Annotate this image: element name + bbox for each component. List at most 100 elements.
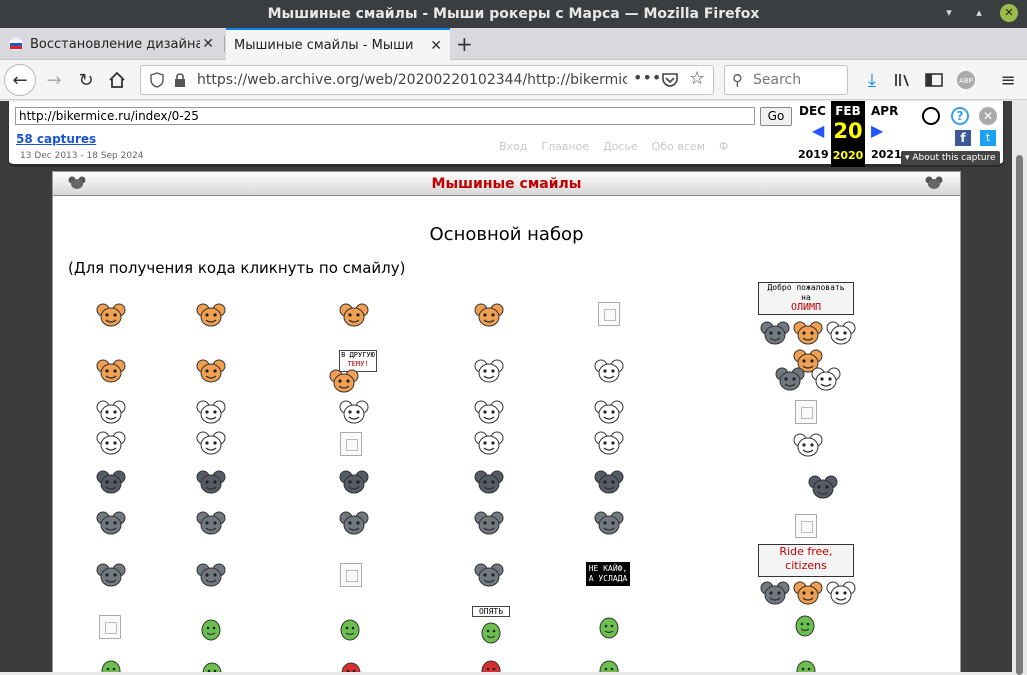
mouse-smiley-icon[interactable] [760, 580, 790, 606]
green-smiley-icon[interactable] [340, 660, 362, 672]
broken-image-icon[interactable] [795, 400, 817, 424]
mouse-smiley-icon[interactable] [474, 358, 504, 384]
green-smiley-icon[interactable] [480, 620, 502, 644]
green-smiley-icon[interactable] [339, 617, 361, 641]
mouse-smiley-icon[interactable] [474, 510, 504, 536]
close-toolbar-icon[interactable]: ✕ [979, 107, 997, 125]
pocket-icon[interactable] [661, 72, 679, 88]
wayback-go-button[interactable]: Go [760, 107, 792, 126]
mouse-smiley-icon[interactable] [196, 399, 226, 425]
forward-arrow-icon[interactable]: → [40, 66, 68, 94]
mouse-smiley-icon[interactable] [793, 432, 823, 458]
search-input[interactable]: ⚲ Search [724, 65, 848, 95]
mouse-smiley-icon[interactable] [196, 562, 226, 588]
mouse-smiley-icon[interactable] [793, 580, 823, 606]
mouse-smiley-icon[interactable] [826, 580, 856, 606]
mouse-smiley-icon[interactable] [96, 358, 126, 384]
new-tab-icon[interactable]: + [456, 32, 473, 56]
help-icon[interactable]: ? [951, 107, 969, 125]
month-next[interactable]: APR [871, 104, 898, 118]
mouse-smiley-icon[interactable] [196, 469, 226, 495]
mouse-smiley-icon[interactable] [339, 399, 369, 425]
year-prev[interactable]: 2019 [798, 148, 829, 161]
tab-close-icon[interactable]: ✕ [430, 38, 442, 54]
green-smiley-icon[interactable] [795, 658, 817, 672]
facebook-icon[interactable]: f [955, 130, 971, 146]
reload-icon[interactable]: ↻ [72, 66, 100, 94]
maximize-icon[interactable]: ▴ [970, 4, 988, 22]
ne-kaif-sign[interactable]: НЕ КАЙФ, А УСЛАДА [586, 562, 630, 586]
back-arrow-icon[interactable]: ← [4, 64, 36, 96]
mouse-smiley-icon[interactable] [594, 510, 624, 536]
green-smiley-icon[interactable] [100, 658, 122, 672]
prev-capture-arrow-icon[interactable]: ◀ [812, 121, 824, 140]
sidebar-icon[interactable] [920, 66, 948, 94]
library-icon[interactable] [889, 66, 917, 94]
mouse-smiley-icon[interactable] [793, 320, 823, 346]
mouse-smiley-icon[interactable] [96, 469, 126, 495]
shield-icon[interactable] [149, 72, 165, 88]
about-capture-toggle[interactable]: ▾ About this capture [901, 151, 1000, 165]
year-next[interactable]: 2021 [871, 148, 902, 161]
mouse-smiley-icon[interactable] [826, 320, 856, 346]
mouse-smiley-icon[interactable] [594, 399, 624, 425]
green-smiley-icon[interactable] [480, 658, 502, 672]
green-smiley-icon[interactable] [598, 658, 620, 672]
ride-free-banner[interactable]: Ride free, citizens [758, 544, 854, 577]
mouse-smiley-icon[interactable] [196, 430, 226, 456]
minimize-icon[interactable]: ▾ [940, 4, 958, 22]
mouse-smiley-icon[interactable] [339, 510, 369, 536]
mouse-smiley-icon[interactable] [474, 399, 504, 425]
mouse-smiley-icon[interactable] [474, 562, 504, 588]
broken-image-icon[interactable] [340, 432, 362, 456]
mouse-smiley-icon[interactable] [96, 430, 126, 456]
user-icon[interactable] [922, 107, 940, 125]
mouse-smiley-icon[interactable] [594, 469, 624, 495]
green-smiley-icon[interactable] [201, 660, 223, 672]
tab-restore-design[interactable]: Восстановление дизайна! ✕ [0, 28, 222, 60]
mouse-smiley-icon[interactable] [811, 366, 841, 392]
menu-hamburger-icon[interactable]: ≡ [994, 66, 1022, 94]
next-capture-arrow-icon[interactable]: ▶ [871, 121, 883, 140]
green-smiley-icon[interactable] [794, 613, 816, 637]
address-bar[interactable]: https://web.archive.org/web/202002201023… [140, 65, 714, 95]
mouse-smiley-icon[interactable] [96, 399, 126, 425]
tab-mouse-smileys[interactable]: Мышиные смайлы - Мыши рокеры с Марса ✕ [226, 28, 450, 60]
scrollbar-thumb[interactable] [1016, 155, 1023, 675]
mouse-smiley-icon[interactable] [96, 302, 126, 328]
tab-close-icon[interactable]: ✕ [202, 36, 214, 52]
green-smiley-icon[interactable] [598, 615, 620, 639]
mouse-smiley-icon[interactable] [594, 358, 624, 384]
broken-image-icon[interactable] [99, 615, 121, 639]
month-prev[interactable]: DEC [799, 104, 826, 118]
green-smiley-icon[interactable] [200, 617, 222, 641]
mouse-smiley-icon[interactable] [760, 320, 790, 346]
close-window-icon[interactable]: ✕ [1000, 4, 1018, 22]
mouse-smiley-icon[interactable] [96, 562, 126, 588]
mouse-smiley-icon[interactable] [474, 302, 504, 328]
mouse-smiley-icon[interactable] [339, 302, 369, 328]
opyat-sign[interactable]: ОПЯТЬ [472, 606, 510, 617]
mouse-smiley-icon[interactable] [474, 430, 504, 456]
olymp-welcome-banner[interactable]: Добро пожаловать на ОЛИМП [758, 282, 854, 315]
mouse-smiley-icon[interactable] [775, 366, 805, 392]
adblock-icon[interactable]: ABP [952, 66, 980, 94]
url-text[interactable]: https://web.archive.org/web/202002201023… [197, 72, 627, 88]
mouse-smiley-icon[interactable] [339, 469, 369, 495]
download-icon[interactable]: ⤓ [858, 66, 886, 94]
mouse-smiley-icon[interactable] [196, 510, 226, 536]
mouse-smiley-icon[interactable] [808, 474, 838, 500]
wayback-url-input[interactable]: http://bikermice.ru/index/0-25 [15, 107, 755, 125]
broken-image-icon[interactable] [340, 563, 362, 587]
mouse-smiley-icon[interactable] [594, 430, 624, 456]
mouse-smiley-icon[interactable] [474, 469, 504, 495]
mouse-smiley-icon[interactable] [196, 302, 226, 328]
broken-image-icon[interactable] [795, 514, 817, 538]
captures-link[interactable]: 58 captures [16, 132, 96, 146]
mouse-smiley-icon[interactable] [329, 368, 359, 394]
bookmark-star-icon[interactable]: ☆ [689, 68, 705, 89]
home-icon[interactable] [103, 66, 131, 94]
broken-image-icon[interactable] [598, 302, 620, 326]
page-actions-icon[interactable]: ••• [633, 68, 661, 87]
lock-icon[interactable] [173, 72, 187, 88]
